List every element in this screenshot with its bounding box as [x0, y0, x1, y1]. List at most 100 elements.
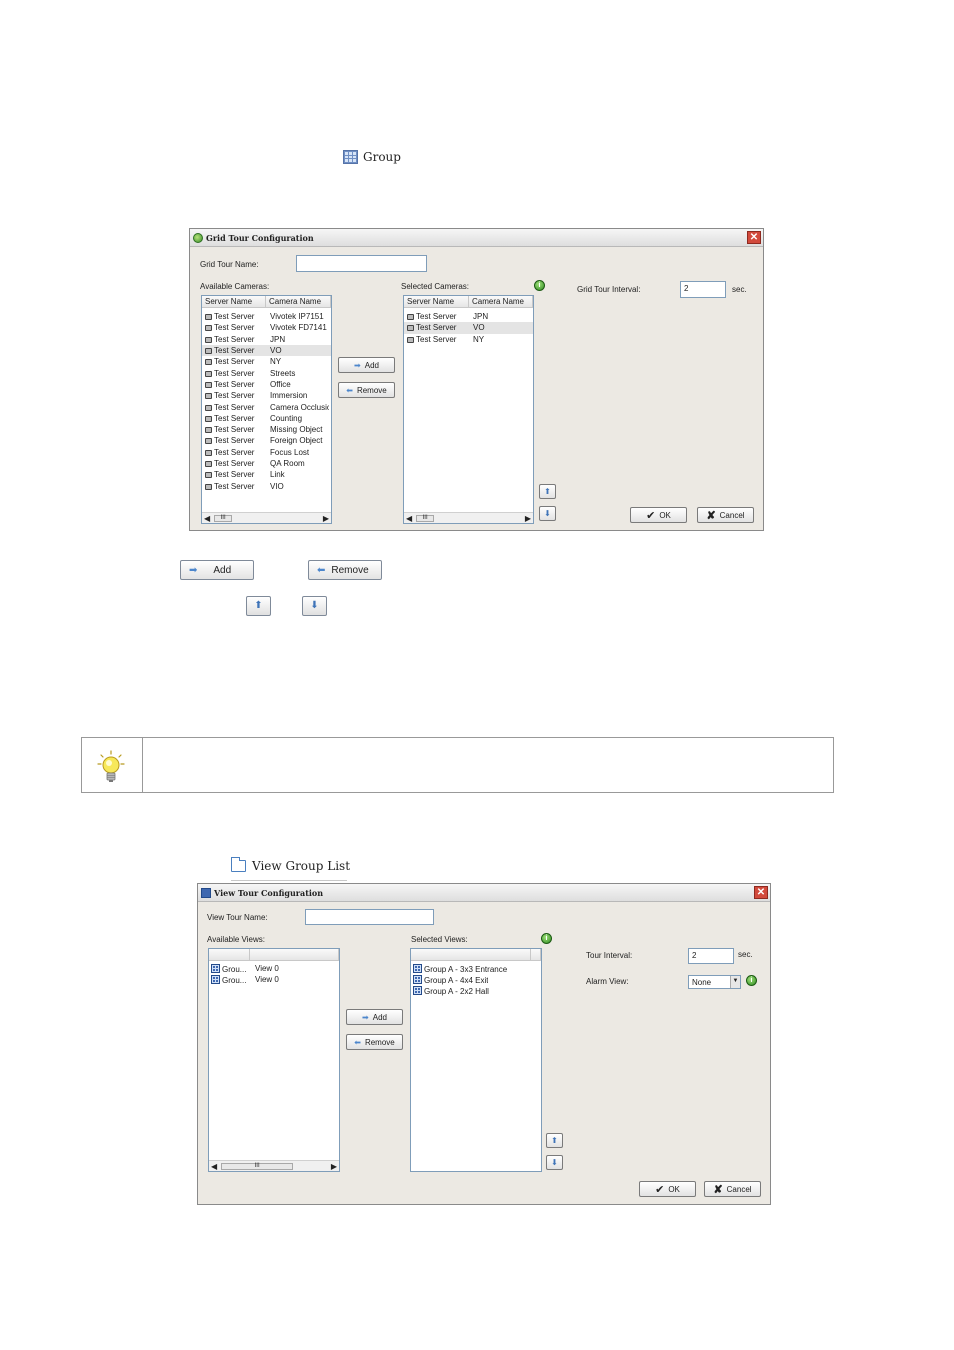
camera-name: VIO — [270, 481, 284, 491]
view-grid-icon — [413, 986, 422, 996]
server-name-cell: Test Server — [202, 482, 267, 491]
server-name-cell: Test Server — [202, 470, 267, 479]
server-name: Test Server — [214, 357, 255, 367]
group-name: Grou... — [222, 964, 247, 974]
camera-name: Foreign Object — [270, 436, 323, 446]
remove-button[interactable]: ⬅ Remove — [338, 382, 395, 398]
info-icon[interactable]: i — [541, 933, 552, 944]
server-name: Test Server — [416, 323, 457, 333]
column-header-server[interactable]: Server Name — [202, 296, 267, 307]
list-item[interactable]: Grou... View 0 — [209, 974, 339, 985]
move-up-button[interactable]: ⬆ — [546, 1133, 563, 1148]
move-up-button[interactable]: ⬆ — [539, 484, 556, 499]
remove-button-example[interactable]: ⬅ Remove — [308, 560, 382, 580]
list-item[interactable]: Grou... View 0 — [209, 963, 339, 974]
move-down-button[interactable]: ⬇ — [539, 506, 556, 521]
list-item[interactable]: Test Server VO — [202, 344, 331, 357]
scroll-right-icon[interactable]: ▶ — [323, 514, 329, 523]
camera-name: Vivotek IP7151 — [270, 312, 324, 322]
alarm-view-select[interactable]: None ▼ — [688, 975, 741, 989]
selected-cameras-list[interactable]: Server Name Camera Name Test Server JPN Te… — [403, 295, 534, 524]
scroll-left-icon[interactable]: ◀ — [406, 514, 412, 523]
remove-button[interactable]: ⬅ Remove — [346, 1034, 403, 1050]
camera-name: Immersion — [270, 391, 308, 401]
alarm-view-value: None — [692, 978, 712, 987]
view-grid-icon — [413, 974, 422, 984]
camera-icon — [205, 438, 212, 445]
grid-tour-interval-input[interactable]: 2 — [680, 281, 726, 298]
cancel-button[interactable]: ✘ Cancel — [704, 1181, 761, 1197]
list-item[interactable]: Test Server Immersion — [202, 390, 331, 401]
add-button-label: Add — [364, 360, 379, 370]
add-button[interactable]: ➡ Add — [346, 1009, 403, 1025]
column-header-camera[interactable]: Camera Name — [266, 296, 331, 307]
list-item[interactable]: Test Server Vivotek IP7151 — [202, 311, 331, 322]
horizontal-scrollbar[interactable]: ◀ III ▶ — [404, 512, 533, 523]
list-item[interactable]: Test Server Missing Object — [202, 424, 331, 435]
move-down-button-example[interactable]: ⬇ — [302, 596, 327, 616]
dialog-titlebar[interactable]: Grid Tour Configuration ✕ — [190, 229, 763, 247]
list-item[interactable]: Group A - 2x2 Hall — [411, 986, 541, 997]
scroll-left-icon[interactable]: ◀ — [204, 514, 210, 523]
horizontal-scrollbar[interactable]: ◀ III ▶ — [202, 512, 331, 523]
list-item[interactable]: Test Server JPN — [202, 334, 331, 345]
list-item[interactable]: Group A - 4x4 Exit — [411, 974, 541, 985]
column-header-camera[interactable]: Camera Name — [469, 296, 533, 307]
close-icon[interactable]: ✕ — [747, 231, 761, 244]
server-name: Test Server — [214, 470, 255, 480]
list-item[interactable]: Test Server QA Room — [202, 458, 331, 469]
list-item[interactable]: Test Server Office — [202, 379, 331, 390]
list-item[interactable]: Test Server JPN — [404, 311, 533, 322]
close-icon[interactable]: ✕ — [754, 886, 768, 899]
server-name: Test Server — [214, 459, 255, 468]
list-item[interactable]: Test Server VO — [404, 322, 533, 334]
scroll-left-icon[interactable]: ◀ — [211, 1162, 217, 1171]
tour-interval-input[interactable]: 2 — [688, 948, 734, 964]
list-item[interactable]: Test Server NY — [404, 334, 533, 345]
list-item[interactable]: Test Server Foreign Object — [202, 435, 331, 446]
add-button[interactable]: ➡ Add — [338, 357, 395, 373]
list-item[interactable]: Group A - 3x3 Entrance — [411, 963, 541, 974]
grid-tour-name-input[interactable] — [296, 255, 427, 272]
list-item[interactable]: Test Server Streets — [202, 367, 331, 378]
move-up-button-example[interactable]: ⬆ — [246, 596, 271, 616]
list-item[interactable]: Test Server Counting — [202, 413, 331, 424]
list-item[interactable]: Test Server Camera Occlusio — [202, 401, 331, 412]
list-item[interactable]: Test Server VIO — [202, 480, 331, 491]
camera-name: Counting — [270, 413, 303, 423]
server-name-cell: Test Server — [202, 369, 267, 378]
horizontal-scrollbar[interactable]: ◀ III ▶ — [209, 1160, 339, 1171]
list-item[interactable]: Test Server Link — [202, 469, 331, 480]
camera-name: JPN — [270, 334, 286, 344]
ok-button[interactable]: ✔ OK — [639, 1181, 696, 1197]
group-name-cell: Grou... — [209, 963, 253, 974]
scroll-thumb[interactable]: III — [214, 514, 233, 522]
scroll-right-icon[interactable]: ▶ — [331, 1162, 337, 1171]
ok-button[interactable]: ✔ OK — [630, 507, 687, 523]
list-item[interactable]: Test Server Vivotek FD7141 — [202, 322, 331, 333]
list-item[interactable]: Test Server NY — [202, 356, 331, 367]
available-cameras-list[interactable]: Server Name Camera Name Test Server Vivot… — [201, 295, 332, 524]
list-item[interactable]: Test Server Focus Lost — [202, 447, 331, 458]
dialog-titlebar[interactable]: View Tour Configuration ✕ — [198, 884, 770, 902]
scroll-thumb[interactable]: III — [221, 1162, 294, 1170]
cancel-button[interactable]: ✘ Cancel — [697, 507, 754, 523]
available-views-list[interactable]: Grou... View 0 Grou... View 0 ◀ III ▶ — [208, 948, 340, 1172]
tour-interval-label: Tour Interval: — [586, 951, 633, 960]
info-icon[interactable]: i — [746, 975, 757, 986]
server-name: Test Server — [214, 334, 255, 344]
server-name: Test Server — [214, 368, 255, 378]
server-name: Test Server — [416, 312, 457, 322]
selected-views-list[interactable]: Group A - 3x3 Entrance Group A - 4x4 Exit… — [410, 948, 542, 1172]
selected-view-cell: Group A - 3x3 Entrance — [411, 963, 507, 974]
column-header-server[interactable]: Server Name — [404, 296, 469, 307]
camera-icon — [205, 461, 212, 467]
move-down-button[interactable]: ⬇ — [546, 1155, 563, 1170]
view-tour-name-input[interactable] — [305, 909, 434, 925]
info-icon[interactable]: i — [534, 280, 545, 291]
chevron-down-icon[interactable]: ▼ — [730, 976, 740, 988]
add-button-example[interactable]: ➡ Add — [180, 560, 254, 580]
camera-name: VO — [270, 346, 282, 356]
scroll-right-icon[interactable]: ▶ — [525, 514, 531, 523]
scroll-thumb[interactable]: III — [416, 514, 435, 522]
